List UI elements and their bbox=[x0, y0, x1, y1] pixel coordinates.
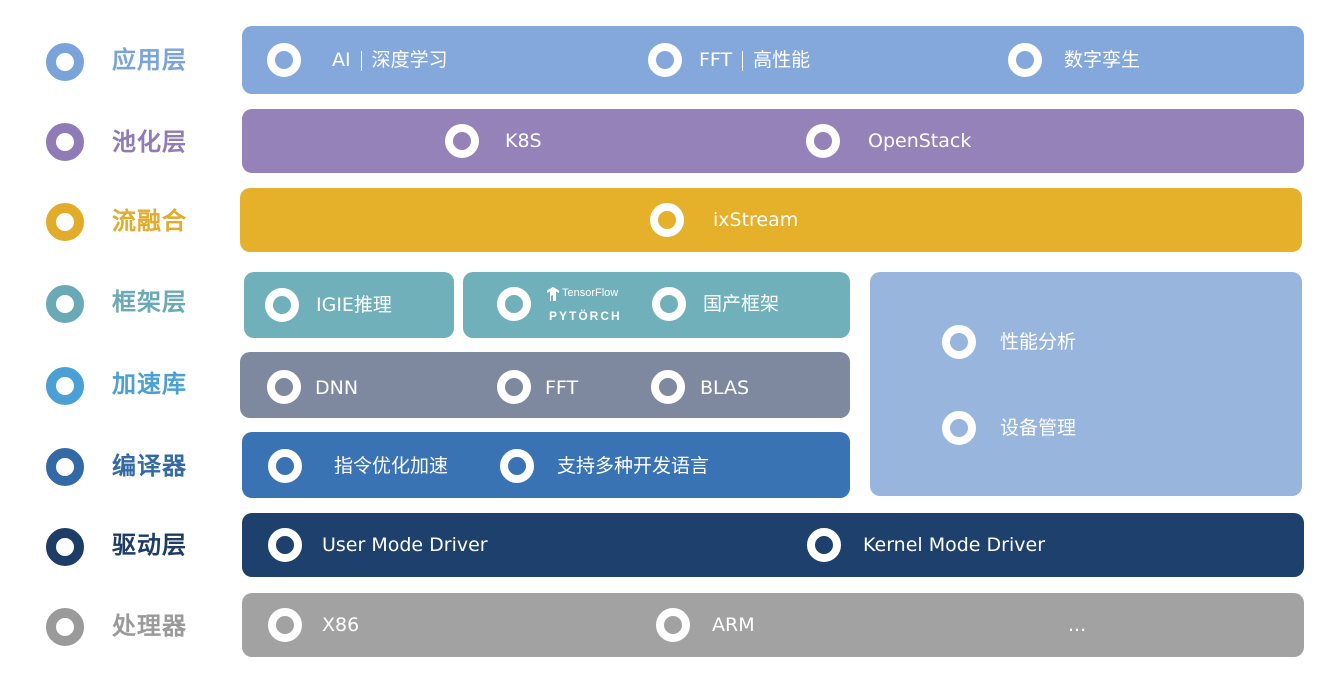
igie-item-icon bbox=[265, 288, 299, 322]
ai-item-icon bbox=[267, 43, 301, 77]
layer-ring-stream-icon bbox=[46, 203, 84, 241]
fft-item-icon bbox=[648, 43, 682, 77]
perf-item-label: 性能分析 bbox=[1000, 331, 1077, 353]
layer-label-processor: 处理器 bbox=[112, 612, 187, 640]
layer-ring-compiler-icon bbox=[46, 448, 84, 486]
instr-item-label: 指令优化加速 bbox=[334, 455, 449, 477]
layer-label-accel: 加速库 bbox=[112, 370, 187, 398]
multi-lang-item-icon bbox=[500, 449, 534, 483]
fft-divider bbox=[742, 50, 744, 71]
arm-item-icon bbox=[656, 608, 690, 642]
processor-layer-bar: X86 ARM ... bbox=[242, 593, 1304, 657]
pytorch-logo: PYTÖRCH bbox=[549, 309, 622, 323]
fft-item-label: FFT 高性能 bbox=[699, 48, 810, 72]
twin-item-icon bbox=[1008, 43, 1042, 77]
layer-ring-pool-icon bbox=[46, 123, 84, 161]
layer-label-framework: 框架层 bbox=[112, 288, 187, 316]
layer-ring-processor-icon bbox=[46, 608, 84, 646]
ixstream-item-icon bbox=[650, 203, 684, 237]
igie-item-label: IGIE推理 bbox=[316, 294, 392, 316]
multi-lang-item-label: 支持多种开发语言 bbox=[557, 455, 710, 477]
layer-ring-app-icon bbox=[46, 43, 84, 81]
twin-item-label: 数字孪生 bbox=[1064, 49, 1141, 71]
fft-sublabel: 高性能 bbox=[753, 49, 811, 71]
layer-label-stream: 流融合 bbox=[112, 207, 187, 235]
dnn-item-label: DNN bbox=[315, 377, 359, 399]
k8s-item-icon bbox=[445, 124, 479, 158]
user-driver-item-icon bbox=[268, 528, 302, 562]
domestic-item-label: 国产框架 bbox=[703, 293, 780, 315]
domestic-item-icon bbox=[652, 287, 686, 321]
user-driver-item-label: User Mode Driver bbox=[322, 534, 488, 556]
app-layer-bar: AI 深度学习 FFT 高性能 数字孪生 bbox=[242, 26, 1304, 94]
layer-label-app: 应用层 bbox=[112, 46, 187, 74]
x86-item-icon bbox=[268, 608, 302, 642]
stream-layer-bar: ixStream bbox=[240, 188, 1302, 252]
arm-item-label: ARM bbox=[712, 614, 755, 636]
layer-label-driver: 驱动层 bbox=[112, 531, 187, 559]
ai-label: AI bbox=[332, 49, 351, 71]
perf-item-icon bbox=[942, 325, 976, 359]
ai-divider bbox=[360, 50, 362, 71]
blas-item-icon bbox=[651, 370, 685, 404]
igie-framework-box: IGIE推理 bbox=[244, 272, 454, 338]
ai-sublabel: 深度学习 bbox=[371, 49, 448, 71]
more-processors-label: ... bbox=[1068, 614, 1087, 636]
device-item-icon bbox=[942, 411, 976, 445]
instr-item-icon bbox=[268, 449, 302, 483]
x86-item-label: X86 bbox=[322, 614, 360, 636]
accel-layer-bar: DNN FFT BLAS bbox=[240, 352, 850, 418]
driver-layer-bar: User Mode Driver Kernel Mode Driver bbox=[242, 513, 1304, 577]
openstack-item-icon bbox=[806, 124, 840, 158]
tensorflow-label: TensorFlow bbox=[562, 287, 619, 299]
tensorflow-icon bbox=[547, 287, 559, 301]
ai-item-label: AI 深度学习 bbox=[332, 48, 448, 72]
openstack-item-label: OpenStack bbox=[868, 130, 972, 152]
k8s-item-label: K8S bbox=[505, 130, 542, 152]
layer-ring-accel-icon bbox=[46, 367, 84, 405]
tools-panel: 性能分析 设备管理 bbox=[870, 272, 1302, 496]
device-item-label: 设备管理 bbox=[1000, 417, 1077, 439]
layer-ring-driver-icon bbox=[46, 528, 84, 566]
kernel-driver-item-label: Kernel Mode Driver bbox=[863, 534, 1046, 556]
tensorflow-logo: TensorFlow bbox=[547, 286, 637, 302]
compiler-layer-bar: 指令优化加速 支持多种开发语言 bbox=[242, 432, 850, 498]
pool-layer-bar: K8S OpenStack bbox=[242, 109, 1304, 173]
kernel-driver-item-icon bbox=[807, 528, 841, 562]
fft-label: FFT bbox=[699, 49, 733, 71]
blas-item-label: BLAS bbox=[700, 377, 750, 399]
layer-label-compiler: 编译器 bbox=[112, 452, 187, 480]
tf-pytorch-item-icon bbox=[497, 287, 531, 321]
dnn-item-icon bbox=[267, 370, 301, 404]
framework-box: TensorFlow PYTÖRCH 国产框架 bbox=[463, 272, 850, 338]
layer-label-pool: 池化层 bbox=[112, 128, 187, 156]
accel-fft-item-label: FFT bbox=[545, 377, 579, 399]
accel-fft-item-icon bbox=[497, 370, 531, 404]
layer-ring-framework-icon bbox=[46, 285, 84, 323]
ixstream-item-label: ixStream bbox=[713, 209, 799, 231]
